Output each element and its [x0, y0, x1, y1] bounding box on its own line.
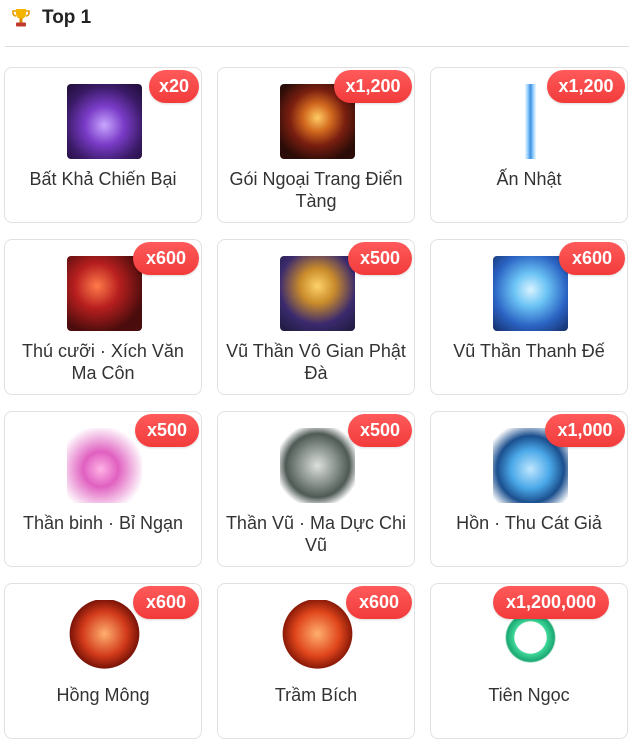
- reward-card[interactable]: x1,000 Hồn · Thu Cát Giả: [430, 411, 628, 567]
- reward-item-name: Thần binh · Bỉ Ngạn: [22, 513, 184, 533]
- reward-card[interactable]: x1,200 Ấn Nhật: [430, 67, 628, 223]
- reward-card[interactable]: x500 Thần Vũ · Ma Dực Chi Vũ: [217, 411, 415, 567]
- reward-card[interactable]: x600 Vũ Thần Thanh Đế: [430, 239, 628, 395]
- reward-item-name: Gói Ngoại Trang Điển Tàng: [229, 169, 403, 211]
- quantity-badge: x1,200,000: [493, 586, 609, 619]
- reward-card[interactable]: x20 Bất Khả Chiến Bại: [4, 67, 202, 223]
- quantity-badge: x500: [348, 242, 412, 275]
- reward-item-name: Bất Khả Chiến Bại: [29, 169, 177, 189]
- quantity-badge: x600: [133, 242, 199, 275]
- quantity-badge: x1,200: [547, 70, 625, 103]
- quantity-badge: x600: [559, 242, 625, 275]
- quantity-badge: x20: [148, 70, 199, 103]
- quantity-badge: x500: [135, 414, 199, 447]
- reward-item-image: [67, 256, 142, 331]
- reward-item-name: Hồng Mông: [56, 685, 150, 705]
- reward-card[interactable]: x1,200,000 Tiên Ngọc: [430, 583, 628, 739]
- reward-item-image: [67, 84, 142, 159]
- reward-item-image: [493, 256, 568, 331]
- reward-item-image: [67, 428, 142, 503]
- reward-card[interactable]: x600 Trầm Bích: [217, 583, 415, 739]
- reward-card[interactable]: x1,200 Gói Ngoại Trang Điển Tàng: [217, 67, 415, 223]
- reward-item-name: Thần Vũ · Ma Dực Chi Vũ: [225, 513, 407, 555]
- reward-item-image: [280, 428, 355, 503]
- reward-item-name: Trầm Bích: [274, 685, 358, 705]
- quantity-badge: x1,200: [334, 70, 412, 103]
- reward-item-name: Vũ Thần Thanh Đế: [453, 341, 605, 361]
- trophy-icon: [12, 9, 30, 27]
- reward-card[interactable]: x500 Vũ Thần Vô Gian Phật Đà: [217, 239, 415, 395]
- quantity-badge: x500: [348, 414, 412, 447]
- reward-item-name: Vũ Thần Vô Gian Phật Đà: [226, 341, 406, 383]
- reward-item-image: [67, 600, 142, 675]
- reward-card[interactable]: x500 Thần binh · Bỉ Ngạn: [4, 411, 202, 567]
- reward-item-name: Tiên Ngọc: [488, 685, 570, 705]
- reward-card[interactable]: x600 Hồng Mông: [4, 583, 202, 739]
- section-header: Top 1: [0, 0, 632, 36]
- section-title: Top 1: [42, 7, 92, 28]
- reward-item-name: Thú cưỡi · Xích Văn Ma Côn: [22, 341, 184, 383]
- reward-item-name: Hồn · Thu Cát Giả: [456, 513, 602, 533]
- quantity-badge: x1,000: [545, 414, 625, 447]
- reward-item-image: [280, 600, 355, 675]
- reward-item-name: Ấn Nhật: [496, 169, 562, 189]
- divider: [5, 46, 629, 47]
- reward-card[interactable]: x600 Thú cưỡi · Xích Văn Ma Côn: [4, 239, 202, 395]
- quantity-badge: x600: [133, 586, 199, 619]
- quantity-badge: x600: [346, 586, 412, 619]
- reward-item-image: [280, 256, 355, 331]
